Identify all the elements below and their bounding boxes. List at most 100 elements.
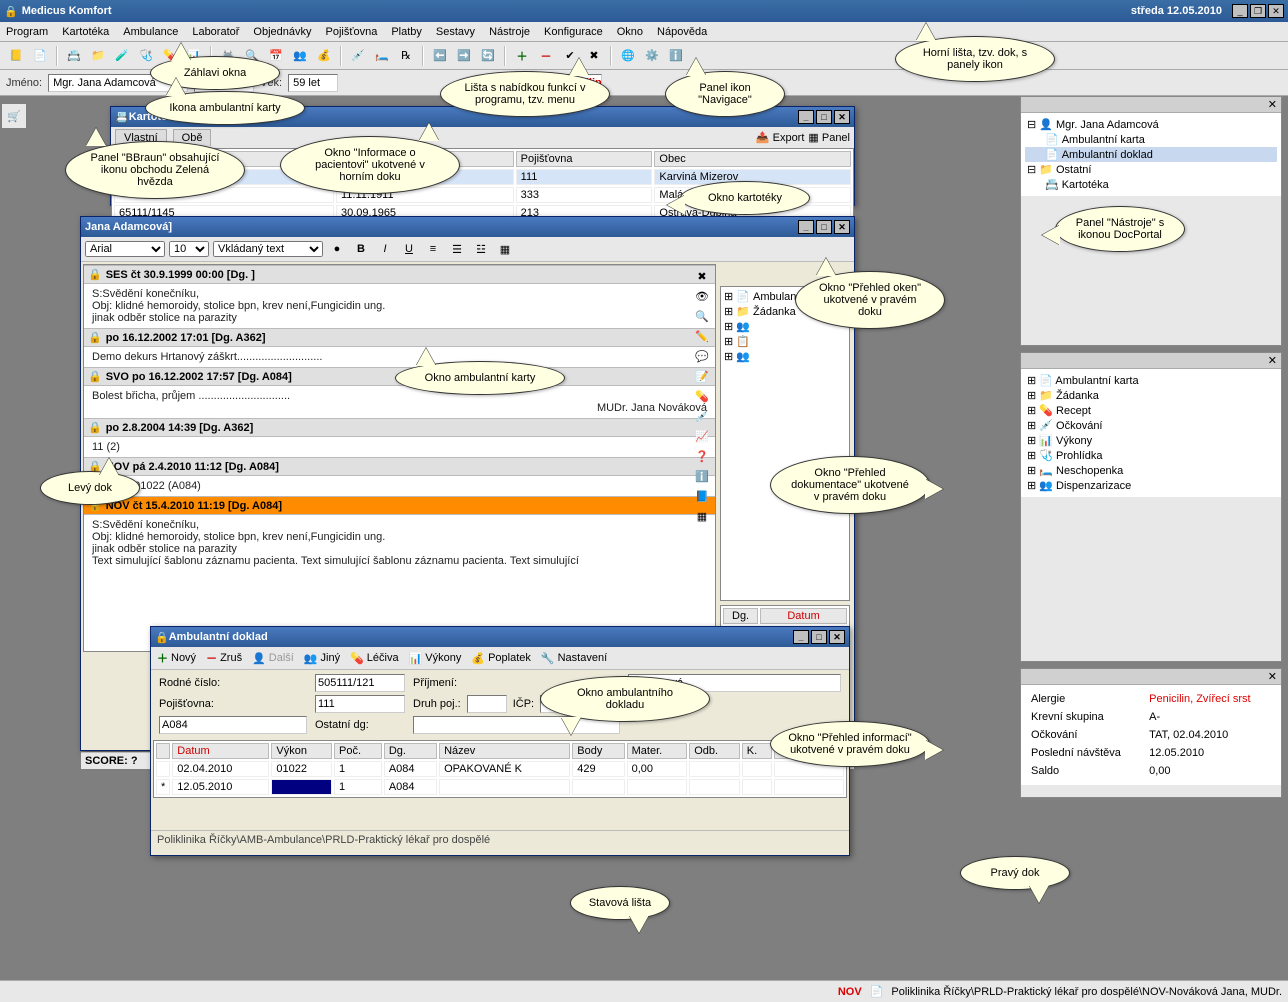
size-select[interactable]: 10 bbox=[169, 241, 209, 257]
maximize-button[interactable]: □ bbox=[811, 630, 827, 644]
close-button[interactable]: ✕ bbox=[1268, 4, 1284, 18]
list-icon[interactable]: ☳ bbox=[471, 239, 491, 259]
menu-pojistovna[interactable]: Pojišťovna bbox=[326, 26, 378, 38]
tree-node[interactable]: ⊞ 🛏️ Neschopenka bbox=[1025, 463, 1277, 478]
eye-icon[interactable]: 👁 bbox=[693, 287, 711, 305]
nastaveni-button[interactable]: 🔧Nastavení bbox=[541, 652, 607, 665]
close-icon[interactable]: ✖ bbox=[693, 267, 711, 285]
vek-field[interactable]: 59 let bbox=[288, 74, 338, 92]
add-icon[interactable]: ＋ bbox=[512, 46, 532, 66]
maximize-button[interactable]: □ bbox=[816, 110, 832, 124]
entry-header[interactable]: 🔒 NOV pá 2.4.2010 11:12 [Dg. A084] bbox=[84, 457, 715, 476]
tree-node[interactable]: ⊟ 👤 Mgr. Jana Adamcová bbox=[1025, 117, 1277, 132]
menu-kartoteka[interactable]: Kartotéka bbox=[62, 26, 109, 38]
align-left-icon[interactable]: ≡ bbox=[423, 239, 443, 259]
bbraun-icon[interactable]: 🛒 bbox=[7, 110, 21, 123]
document-icon[interactable]: 📄 bbox=[30, 46, 50, 66]
refresh-icon[interactable]: 🔄 bbox=[478, 46, 498, 66]
zrus-button[interactable]: －Zruš bbox=[206, 650, 242, 666]
col-obec[interactable]: Obec bbox=[654, 151, 851, 167]
bold-icon[interactable]: B bbox=[351, 239, 371, 259]
menu-okno[interactable]: Okno bbox=[617, 26, 643, 38]
edit-icon[interactable]: 📝 bbox=[693, 367, 711, 385]
poj-input[interactable] bbox=[315, 695, 405, 713]
chat-icon[interactable]: 💬 bbox=[693, 347, 711, 365]
table-icon[interactable]: ▦ bbox=[495, 239, 515, 259]
leciva-button[interactable]: 💊Léčiva bbox=[350, 652, 399, 665]
tree-node[interactable]: ⊞ 👥 bbox=[723, 349, 847, 364]
tree-node[interactable]: ⊞ 🩺 Prohlídka bbox=[1025, 448, 1277, 463]
right-arrow-icon[interactable]: ➡️ bbox=[454, 46, 474, 66]
pen-icon[interactable]: ✏️ bbox=[693, 327, 711, 345]
minimize-button[interactable]: _ bbox=[798, 110, 814, 124]
entry-header[interactable]: 🔒 po 2.8.2004 14:39 [Dg. A362] bbox=[84, 418, 715, 437]
menu-laborator[interactable]: Laboratoř bbox=[192, 26, 239, 38]
tree-node[interactable]: ⊞ 📄 Ambulantní karta bbox=[1025, 373, 1277, 388]
close-button[interactable]: ✕ bbox=[834, 110, 850, 124]
entry-header[interactable]: 🔒 NOV čt 15.4.2010 11:19 [Dg. A084] bbox=[84, 496, 715, 515]
stetho-icon[interactable]: 🩺 bbox=[136, 46, 156, 66]
question-icon[interactable]: ❓ bbox=[693, 447, 711, 465]
info-icon[interactable]: ℹ️ bbox=[666, 46, 686, 66]
karta-tree[interactable]: ⊞ 📄 Ambulantní karta ⊞ 📁 Žádanka ⊞ 👥 ⊞ 📋… bbox=[720, 286, 850, 601]
remove-icon[interactable]: － bbox=[536, 46, 556, 66]
doklad-grid[interactable]: DatumVýkonPoč.Dg.NázevBodyMater.Odb.K.Pa… bbox=[153, 740, 847, 798]
poplatek-button[interactable]: 💰Poplatek bbox=[471, 652, 531, 665]
maximize-button[interactable]: □ bbox=[816, 220, 832, 234]
entry-body[interactable]: S:Svědění konečníku,Obj: klidné hemoroid… bbox=[84, 284, 715, 328]
entry-header[interactable]: 🔒 SES čt 30.9.1999 00:00 [Dg. ] bbox=[84, 265, 715, 284]
lab-icon[interactable]: 🧪 bbox=[112, 46, 132, 66]
novy-button[interactable]: ＋Nový bbox=[157, 650, 196, 666]
money-icon[interactable]: 💰 bbox=[314, 46, 334, 66]
zdg-input[interactable] bbox=[159, 716, 307, 734]
close-icon[interactable]: ✕ bbox=[1268, 98, 1277, 111]
minimize-button[interactable]: _ bbox=[793, 630, 809, 644]
book-icon[interactable]: 📘 bbox=[693, 487, 711, 505]
dalsi-button[interactable]: 👤Další bbox=[252, 652, 294, 665]
tree-node[interactable]: 📇 Kartotéka bbox=[1025, 177, 1277, 192]
align-center-icon[interactable]: ☰ bbox=[447, 239, 467, 259]
vykony-button[interactable]: 📊Výkony bbox=[409, 652, 462, 665]
rc-input[interactable] bbox=[315, 674, 405, 692]
entry-body[interactable]: S:Svědění konečníku,Obj: klidné hemoroid… bbox=[84, 515, 715, 571]
grid-icon[interactable]: ▦ bbox=[693, 507, 711, 525]
tree-node[interactable]: ⊟ 📁 Ostatní bbox=[1025, 162, 1277, 177]
underline-icon[interactable]: U bbox=[399, 239, 419, 259]
menu-objednavky[interactable]: Objednávky bbox=[253, 26, 311, 38]
style-select[interactable]: Vkládaný text bbox=[213, 241, 323, 257]
menu-konfigurace[interactable]: Konfigurace bbox=[544, 26, 603, 38]
left-dock[interactable]: 🛒 bbox=[2, 104, 26, 128]
globe-icon[interactable]: 🌐 bbox=[618, 46, 638, 66]
gear-icon[interactable]: ⚙️ bbox=[642, 46, 662, 66]
menu-ambulance[interactable]: Ambulance bbox=[123, 26, 178, 38]
folder-icon[interactable]: 📁 bbox=[88, 46, 108, 66]
tree-node[interactable]: ⊞ 💉 Očkování bbox=[1025, 418, 1277, 433]
left-arrow-icon[interactable]: ⬅️ bbox=[430, 46, 450, 66]
entry-body[interactable]: 11 (2) bbox=[84, 437, 715, 457]
card-icon[interactable]: 📇 bbox=[64, 46, 84, 66]
syringe-icon[interactable]: 💉 bbox=[693, 407, 711, 425]
close-icon[interactable]: ✕ bbox=[1268, 354, 1277, 367]
table-row[interactable]: *12.05.20101A084 bbox=[156, 779, 844, 795]
tree-node[interactable]: ⊞ 💊 Recept bbox=[1025, 403, 1277, 418]
export-button[interactable]: 📤 Export bbox=[756, 131, 805, 144]
tree-node[interactable]: ⊞ 👥 Dispenzarizace bbox=[1025, 478, 1277, 493]
menu-platby[interactable]: Platby bbox=[391, 26, 422, 38]
tree-node[interactable]: ⊞ 📊 Výkony bbox=[1025, 433, 1277, 448]
info-icon[interactable]: ℹ️ bbox=[693, 467, 711, 485]
entry-body[interactable]: Výkony: 01022 (A084) bbox=[84, 476, 715, 496]
menu-sestavy[interactable]: Sestavy bbox=[436, 26, 475, 38]
calendar-icon[interactable]: 📅 bbox=[266, 46, 286, 66]
table-row[interactable]: 02.04.2010010221A084OPAKOVANÉ K4290,00 bbox=[156, 761, 844, 777]
search-icon[interactable]: 🔍 bbox=[693, 307, 711, 325]
entry-body[interactable]: Bolest břicha, průjem ..................… bbox=[84, 386, 715, 418]
close-button[interactable]: ✕ bbox=[829, 630, 845, 644]
menu-napoveda[interactable]: Nápověda bbox=[657, 26, 707, 38]
book-icon[interactable]: 📒 bbox=[6, 46, 26, 66]
entry-header[interactable]: 🔒 po 16.12.2002 17:01 [Dg. A362] bbox=[84, 328, 715, 347]
druh-input[interactable] bbox=[467, 695, 507, 713]
close-button[interactable]: ✕ bbox=[834, 220, 850, 234]
entries-list[interactable]: 🔒 SES čt 30.9.1999 00:00 [Dg. ]S:Svědění… bbox=[83, 264, 716, 652]
menu-program[interactable]: Program bbox=[6, 26, 48, 38]
syringe-icon[interactable]: 💉 bbox=[348, 46, 368, 66]
